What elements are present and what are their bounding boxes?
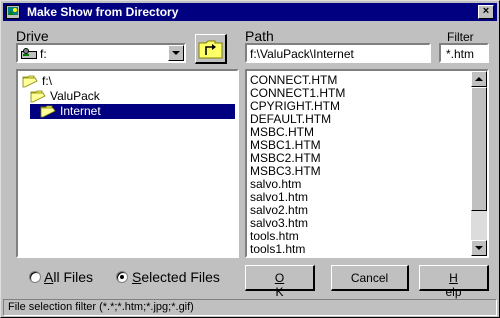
- help-button-label: Help: [420, 271, 487, 299]
- scroll-thumb[interactable]: [471, 87, 487, 211]
- tree-item-label: ValuPack: [50, 89, 100, 103]
- scroll-up-button[interactable]: [471, 71, 487, 87]
- directory-tree[interactable]: f:\ ValuPack Internet: [16, 69, 239, 258]
- tree-item-label: Internet: [60, 104, 101, 118]
- file-list[interactable]: CONNECT.HTM CONNECT1.HTM CPYRIGHT.HTM DE…: [245, 69, 489, 258]
- help-button[interactable]: Help: [419, 265, 489, 299]
- path-value: f:\ValuPack\Internet: [250, 47, 354, 61]
- scroll-down-button[interactable]: [471, 240, 487, 256]
- path-field[interactable]: f:\ValuPack\Internet: [245, 43, 431, 63]
- folder-up-icon: [198, 40, 223, 59]
- all-files-radio[interactable]: [29, 271, 41, 283]
- drive-dropdown-arrow[interactable]: [168, 45, 184, 61]
- radio-label-text: elected Files: [141, 269, 220, 285]
- button-label-text: K: [275, 285, 284, 299]
- make-show-dialog: Make Show from Directory × Drive f: Path…: [0, 0, 500, 318]
- ok-button-label: OK: [246, 271, 313, 299]
- selected-files-radio[interactable]: [116, 271, 128, 283]
- tree-item-label: f:\: [42, 74, 53, 88]
- cancel-button[interactable]: Cancel: [331, 265, 409, 291]
- window-title: Make Show from Directory: [27, 5, 179, 19]
- parent-directory-button[interactable]: [195, 34, 227, 64]
- title-bar[interactable]: Make Show from Directory ×: [3, 3, 497, 21]
- cancel-button-label: Cancel: [350, 271, 389, 285]
- filter-value: *.htm: [446, 47, 475, 61]
- button-label-text: elp: [445, 285, 462, 299]
- all-files-label[interactable]: All Files: [44, 269, 93, 285]
- drive-icon: [21, 48, 37, 59]
- file-list-scrollbar[interactable]: [471, 71, 487, 256]
- open-folder-icon: [30, 90, 46, 103]
- filter-label: Filter: [447, 30, 474, 44]
- status-text: File selection filter (*.*;*.htm;*.jpg;*…: [8, 301, 194, 313]
- status-bar: File selection filter (*.*;*.htm;*.jpg;*…: [3, 299, 497, 316]
- tree-item-internet[interactable]: Internet: [30, 104, 235, 119]
- file-list-item[interactable]: tools1.htm: [250, 242, 305, 256]
- accelerator-key: S: [132, 269, 142, 285]
- open-folder-icon: [22, 75, 38, 88]
- filter-field[interactable]: *.htm: [439, 43, 489, 63]
- drive-value: f:: [40, 47, 47, 61]
- drive-label: Drive: [16, 28, 49, 44]
- drive-select[interactable]: f:: [16, 43, 186, 63]
- accelerator-key: A: [44, 269, 54, 285]
- app-icon: [6, 5, 20, 19]
- open-folder-icon: [40, 105, 56, 118]
- path-label: Path: [245, 28, 274, 44]
- selected-files-label[interactable]: Selected Files: [132, 269, 220, 285]
- close-button[interactable]: ×: [478, 5, 494, 19]
- ok-button[interactable]: OK: [245, 265, 315, 299]
- radio-label-text: ll Files: [53, 269, 94, 285]
- accelerator-key: O: [274, 271, 285, 285]
- accelerator-key: H: [449, 271, 458, 285]
